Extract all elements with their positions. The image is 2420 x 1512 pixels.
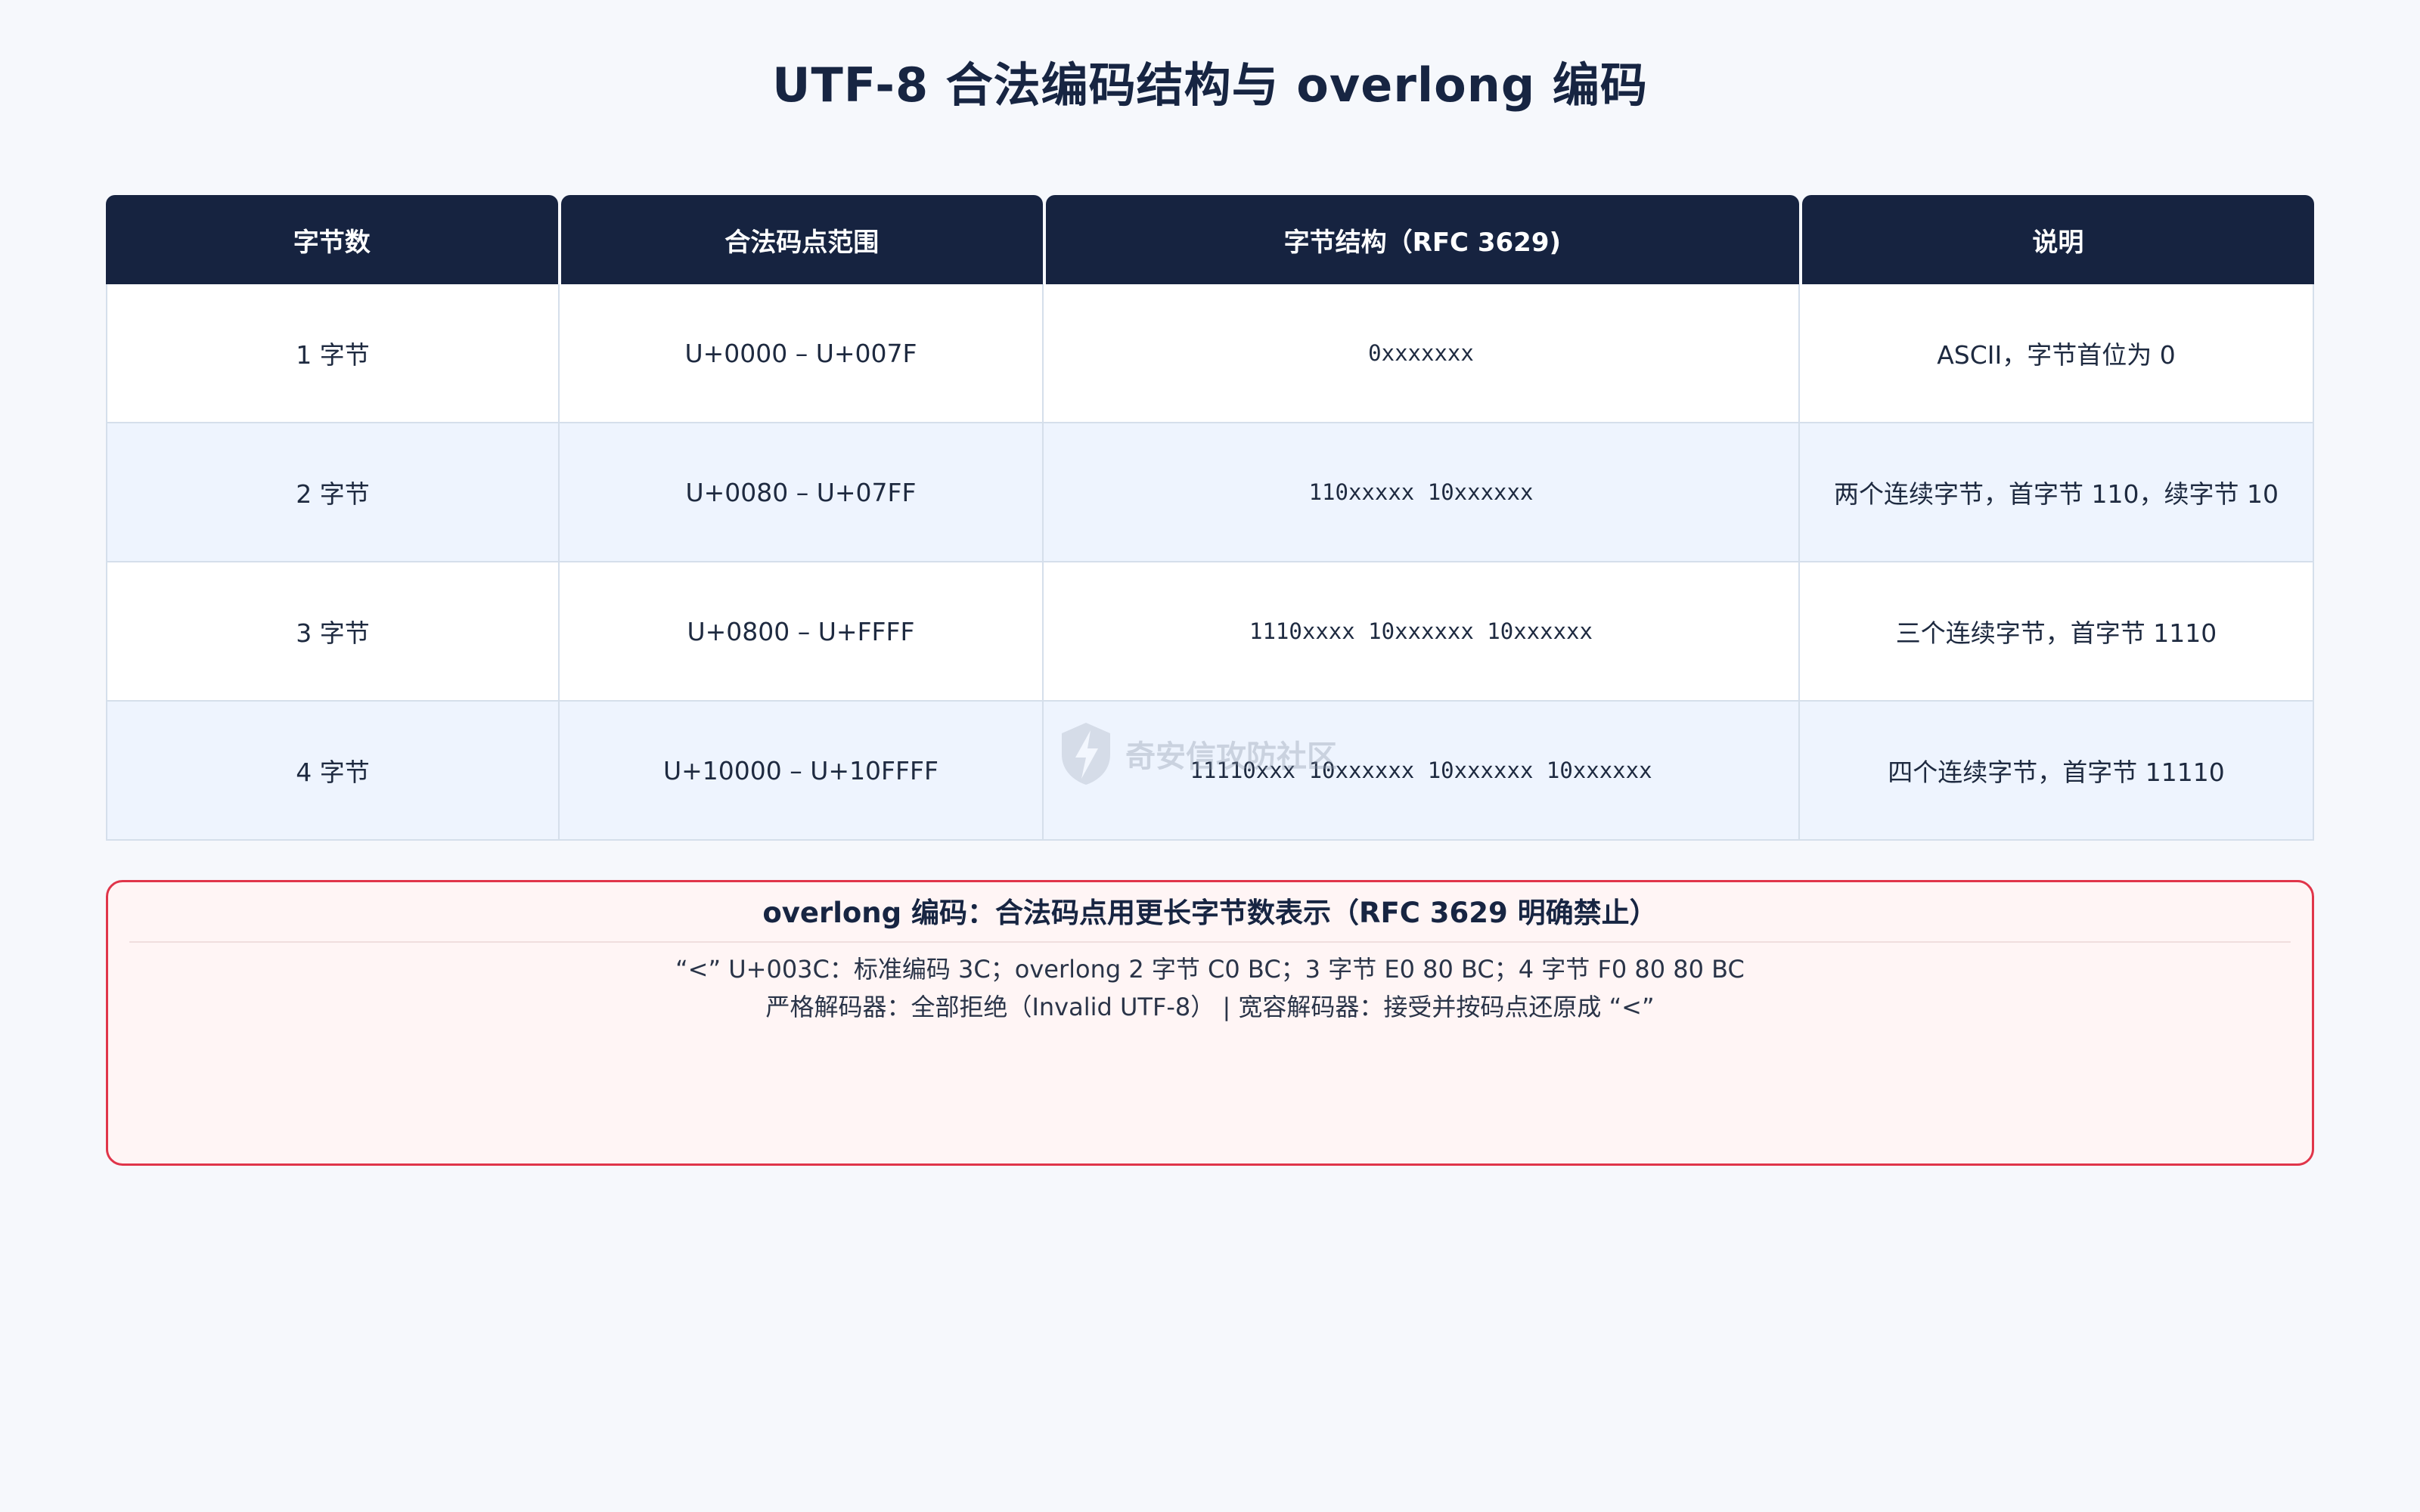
table-row: 1 字节 U+0000 – U+007F 0xxxxxxx ASCII，字节首位… [106,284,2314,423]
cell-range: U+0800 – U+FFFF [560,562,1044,702]
overlong-title: overlong 编码：合法码点用更长字节数表示（RFC 3629 明确禁止） [129,890,2291,943]
cell-bytes: 2 字节 [106,423,560,562]
cell-range: U+0080 – U+07FF [560,423,1044,562]
cell-bytes: 3 字节 [106,562,560,702]
overlong-decoder-line: 严格解码器：全部拒绝（Invalid UTF-8） | 宽容解码器：接受并按码点… [765,993,1655,1021]
cell-note: ASCII，字节首位为 0 [1800,284,2314,423]
cell-range: U+10000 – U+10FFFF [560,702,1044,841]
cell-note: 两个连续字节，首字节 110，续字节 10 [1800,423,2314,562]
cell-structure: 1110xxxx 10xxxxxx 10xxxxxx [1044,562,1800,702]
table-row: 4 字节 U+10000 – U+10FFFF 11110xxx 10xxxxx… [106,702,2314,841]
page-title: UTF-8 合法编码结构与 overlong 编码 [772,57,1648,113]
utf8-structure-table: 字节数 合法码点范围 字节结构（RFC 3629) 说明 1 字节 U+0000… [106,195,2314,841]
table-row: 3 字节 U+0800 – U+FFFF 1110xxxx 10xxxxxx 1… [106,562,2314,702]
header-structure: 字节结构（RFC 3629) [1045,195,1799,284]
header-range: 合法码点范围 [560,195,1043,284]
overlong-note-box: overlong 编码：合法码点用更长字节数表示（RFC 3629 明确禁止） … [106,880,2314,1166]
cell-bytes: 1 字节 [106,284,560,423]
cell-structure: 110xxxxx 10xxxxxx [1044,423,1800,562]
header-note: 说明 [1801,195,2314,284]
cell-range: U+0000 – U+007F [560,284,1044,423]
cell-bytes: 4 字节 [106,702,560,841]
header-bytes: 字节数 [106,195,558,284]
cell-structure: 11110xxx 10xxxxxx 10xxxxxx 10xxxxxx [1044,702,1800,841]
overlong-example-line: “<” U+003C：标准编码 3C；overlong 2 字节 C0 BC；3… [675,955,1745,984]
cell-structure: 0xxxxxxx [1044,284,1800,423]
table-header-row: 字节数 合法码点范围 字节结构（RFC 3629) 说明 [106,195,2314,284]
table-row: 2 字节 U+0080 – U+07FF 110xxxxx 10xxxxxx 两… [106,423,2314,562]
cell-note: 四个连续字节，首字节 11110 [1800,702,2314,841]
cell-note: 三个连续字节，首字节 1110 [1800,562,2314,702]
